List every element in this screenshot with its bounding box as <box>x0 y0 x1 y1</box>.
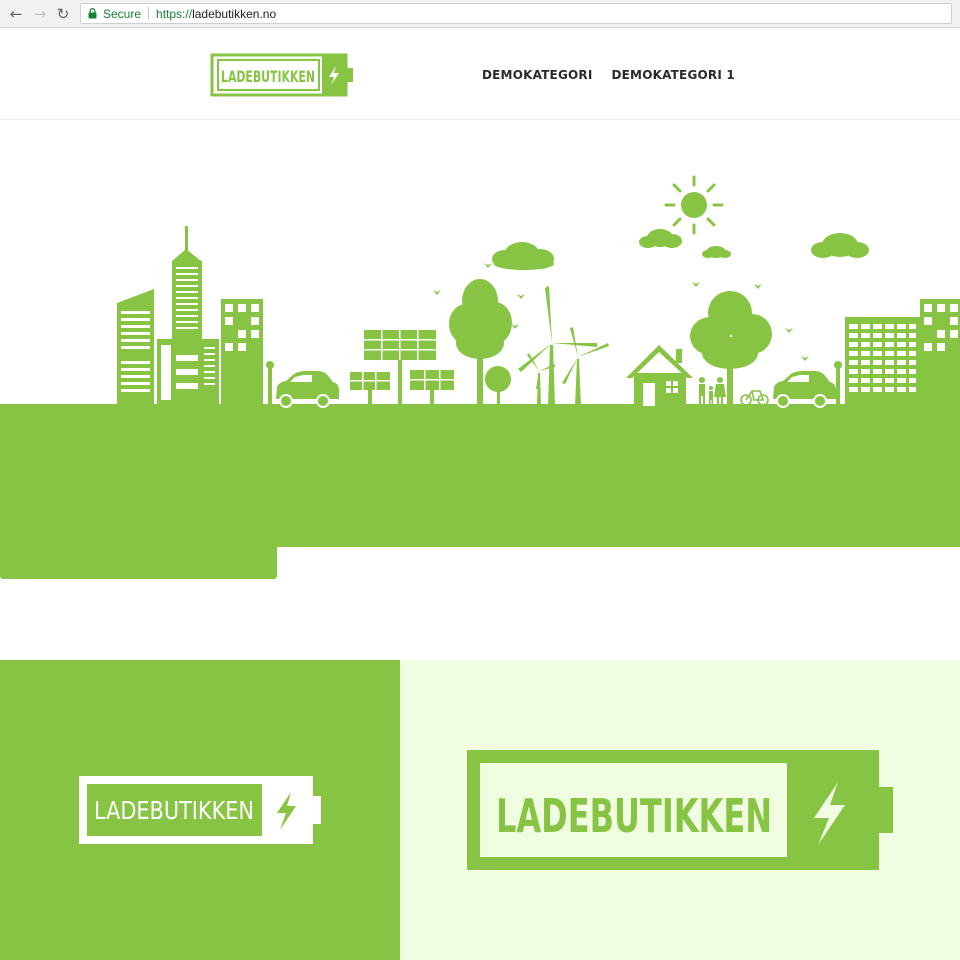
header-logo[interactable]: LADEBUTIKKEN <box>210 53 356 97</box>
solar-panels <box>350 330 454 406</box>
bicycle-icon <box>740 390 769 406</box>
secure-label: Secure <box>103 6 142 21</box>
ev-charger-right <box>834 361 842 406</box>
ev-charger-left <box>266 361 274 406</box>
reload-icon[interactable]: ↻ <box>53 4 73 24</box>
ground-step <box>0 541 277 579</box>
site-header: LADEBUTIKKEN DEMOKATEGORI DEMOKATEGORI 1 <box>0 28 960 120</box>
url-host: ladebutikken.no <box>192 6 277 21</box>
browser-toolbar: ← → ↻ Secure https://ladebutikken.no <box>0 0 960 28</box>
green-city-illustration <box>0 175 960 579</box>
family-icon <box>699 377 726 406</box>
logo-panel-light: LADEBUTIKKEN <box>400 660 960 960</box>
cloud-icon <box>811 233 869 258</box>
logo-white-on-green: LADEBUTIKKEN <box>79 776 321 844</box>
logo-text-white: LADEBUTIKKEN <box>94 796 254 825</box>
url-scheme: https:// <box>156 6 193 21</box>
menu-item-demokategori-1[interactable]: DEMOKATEGORI 1 <box>612 68 735 82</box>
cloud-icon <box>702 246 731 258</box>
skyscraper-building <box>157 226 219 406</box>
left-tower-building <box>117 289 154 406</box>
logo-green-on-light: LADEBUTIKKEN <box>467 750 893 870</box>
electric-car-left <box>276 371 339 408</box>
lock-icon <box>88 8 97 19</box>
sun-icon <box>664 175 724 235</box>
cloud-icon <box>639 229 682 248</box>
menu-item-demokategori[interactable]: DEMOKATEGORI <box>482 68 593 82</box>
electric-car-right <box>773 371 836 408</box>
hero-banner <box>0 121 960 581</box>
back-arrow-icon[interactable]: ← <box>6 4 26 24</box>
address-bar[interactable]: Secure https://ladebutikken.no <box>80 3 952 24</box>
small-tree <box>485 366 511 406</box>
header-logo-text: LADEBUTIKKEN <box>221 67 315 86</box>
cloud-icon <box>492 242 554 270</box>
wind-turbine-small <box>562 327 609 406</box>
logo-text-green: LADEBUTIKKEN <box>496 789 772 843</box>
logo-panel-green: LADEBUTIKKEN <box>0 660 400 960</box>
checkered-building-right <box>920 299 960 406</box>
wind-turbine-large <box>518 286 597 406</box>
office-building-right <box>845 317 920 406</box>
house-icon <box>626 345 693 406</box>
checkered-building <box>221 299 263 406</box>
address-divider <box>148 7 150 20</box>
main-menu: DEMOKATEGORI DEMOKATEGORI 1 <box>482 68 735 82</box>
ground <box>0 404 960 547</box>
forward-arrow-icon[interactable]: → <box>30 4 50 24</box>
